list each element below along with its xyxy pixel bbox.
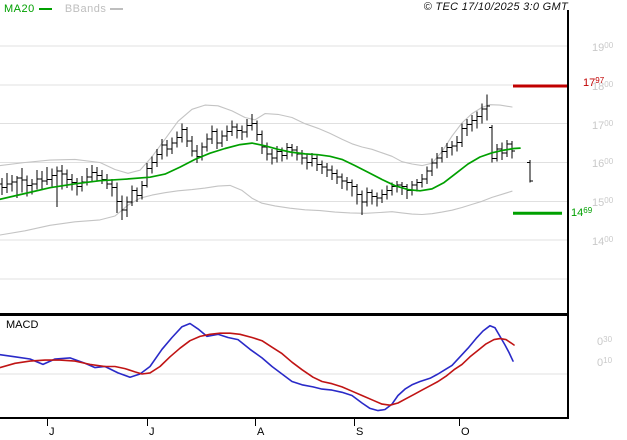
price-axis-label: 1700 [592, 120, 613, 132]
month-label: J [149, 426, 155, 438]
month-label: J [49, 426, 55, 438]
month-tick-mark [459, 419, 460, 426]
month-tick-mark [147, 419, 148, 426]
macd-axis-label: 030 [597, 336, 612, 348]
price-axis-label: 1900 [592, 42, 613, 54]
support-level-label: 1469 [571, 207, 592, 219]
macd-panel-label: MACD [6, 319, 38, 331]
month-tick-mark [47, 419, 48, 426]
macd-macd-line [0, 324, 513, 411]
price-axis-label: 1400 [592, 236, 613, 248]
macd-axis-label: 010 [597, 357, 612, 369]
month-label: A [257, 426, 264, 438]
chart-right-border [567, 10, 569, 419]
price-gridlines [0, 46, 568, 279]
chart-window: MA20 BBands © TEC 17/10/2025 3:0 GMT MAC… [0, 0, 627, 440]
price-axis-label: 1600 [592, 158, 613, 170]
month-label: S [356, 426, 363, 438]
price-panel [0, 10, 568, 313]
month-tick-mark [255, 419, 256, 426]
month-tick-mark [354, 419, 355, 426]
price-axis-label: 1500 [592, 197, 613, 209]
macd-signal-line [0, 333, 514, 405]
month-label: O [461, 426, 470, 438]
x-axis-line [0, 417, 569, 419]
resistance-level-label: 1797 [583, 77, 604, 89]
macd-panel [0, 316, 568, 417]
